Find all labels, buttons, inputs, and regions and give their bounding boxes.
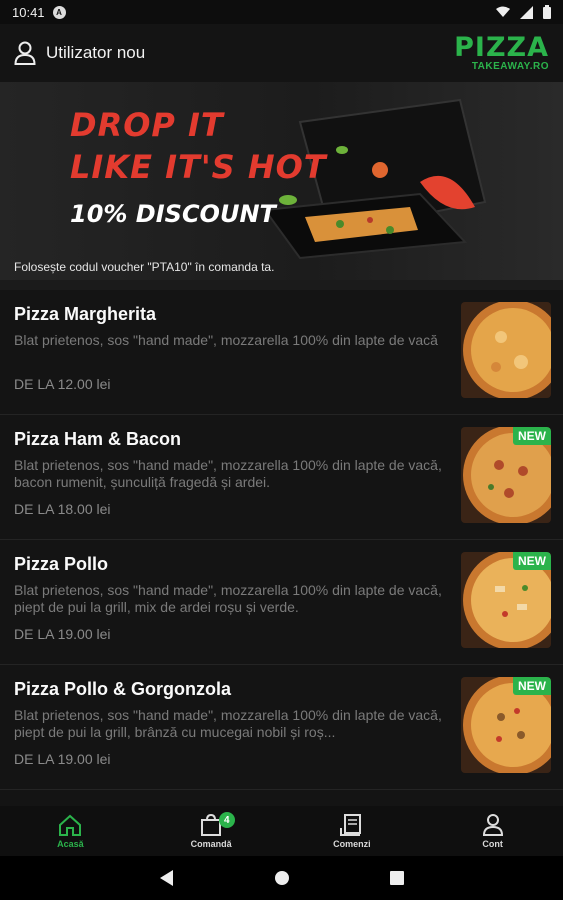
item-description: Blat prietenos, sos "hand made", mozzare… <box>14 582 442 615</box>
wifi-icon <box>496 6 510 17</box>
menu-list[interactable]: Pizza Margherita Blat prietenos, sos "ha… <box>0 290 563 806</box>
nav-orders-label: Comenzi <box>333 838 371 849</box>
nav-order[interactable]: 4 Comandă <box>141 806 282 856</box>
pizza-image: NEW <box>461 552 551 648</box>
nav-order-label: Comandă <box>190 838 232 849</box>
account-icon <box>482 813 503 836</box>
nav-orders[interactable]: Comenzi <box>282 806 423 856</box>
section-divider <box>0 280 563 290</box>
user-account-button[interactable]: Utilizator nou <box>14 41 145 65</box>
menu-item[interactable]: Pizza Margherita Blat prietenos, sos "ha… <box>0 290 563 415</box>
banner-voucher-text: Folosește codul voucher "PTA10" în coman… <box>14 260 275 274</box>
banner-headline-1: DROP IT <box>70 106 224 144</box>
menu-item[interactable]: Pizza Pollo & Gorgonzola Blat prietenos,… <box>0 665 563 790</box>
logo-sub-text: TAKEAWAY.RO <box>471 61 549 72</box>
battery-icon <box>543 5 551 19</box>
status-time: 10:41 <box>12 4 45 20</box>
new-badge: NEW <box>513 552 551 570</box>
cart-count-badge: 4 <box>218 812 235 828</box>
user-icon <box>14 41 36 65</box>
item-description: Blat prietenos, sos "hand made", mozzare… <box>14 332 438 348</box>
status-bar: 10:41 A <box>0 0 563 24</box>
menu-item[interactable]: Pizza Ham & Bacon Blat prietenos, sos "h… <box>0 415 563 540</box>
bottom-nav: Acasă 4 Comandă Comenzi Cont <box>0 806 563 856</box>
new-badge: NEW <box>513 677 551 695</box>
pizza-image: NEW <box>461 677 551 773</box>
signal-icon <box>520 5 533 19</box>
orders-icon <box>339 813 361 836</box>
item-description: Blat prietenos, sos "hand made", mozzare… <box>14 707 442 740</box>
pizza-image: NEW <box>461 427 551 523</box>
app-header: Utilizator nou PIZZA TAKEAWAY.RO <box>0 24 563 82</box>
recents-icon[interactable] <box>389 871 404 885</box>
nav-account-label: Cont <box>482 838 503 849</box>
nav-home[interactable]: Acasă <box>0 806 141 856</box>
user-label: Utilizator nou <box>46 43 146 62</box>
nav-account[interactable]: Cont <box>422 806 563 856</box>
pizza-takeaway-logo: PIZZA TAKEAWAY.RO <box>454 34 549 72</box>
home-circle-icon[interactable] <box>274 870 290 886</box>
back-icon[interactable] <box>159 870 174 886</box>
menu-item[interactable]: Pizza Pollo Blat prietenos, sos "hand ma… <box>0 540 563 665</box>
logo-main-text: PIZZA <box>454 32 549 63</box>
banner-headline-2: LIKE IT'S HOT <box>70 148 327 186</box>
pizza-image <box>461 302 551 398</box>
item-description: Blat prietenos, sos "hand made", mozzare… <box>14 457 442 490</box>
new-badge: NEW <box>513 427 551 445</box>
banner-discount: 10% DISCOUNT <box>70 200 276 228</box>
nav-home-label: Acasă <box>57 838 84 849</box>
notification-icon: A <box>52 5 66 19</box>
system-navigation-bar <box>0 856 563 900</box>
promo-banner[interactable]: DROP IT LIKE IT'S HOT 10% DISCOUNT Folos… <box>0 82 563 280</box>
home-icon <box>59 814 82 836</box>
